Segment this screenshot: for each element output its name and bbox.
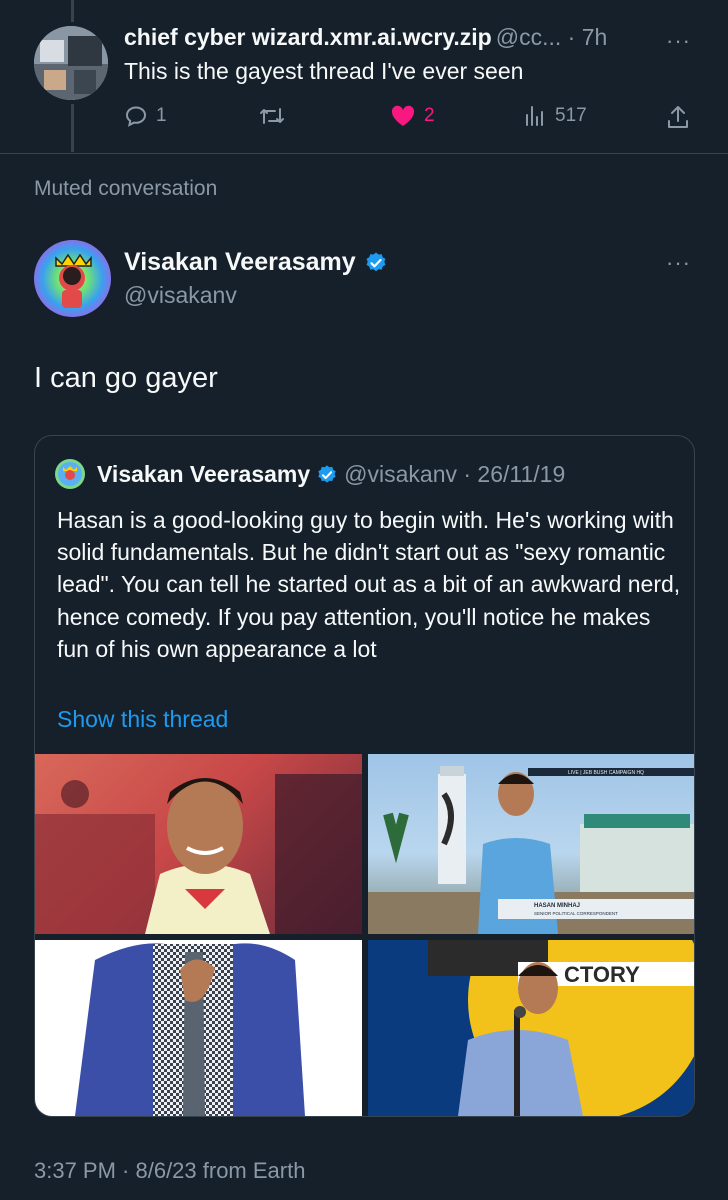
reply-button[interactable]: 1 [124, 104, 167, 128]
news-banner-text: LIVE | JEB BUSH CAMPAIGN HQ [568, 770, 644, 776]
views-button[interactable]: 517 [523, 104, 587, 128]
muted-conversation-label: Muted conversation [34, 177, 218, 200]
main-author-name-row: Visakan Veerasamy [124, 248, 388, 277]
lower-third-title: SENIOR POLITICAL CORRESPONDENT [534, 911, 618, 916]
media-image-3[interactable] [35, 940, 362, 1116]
more-options-icon[interactable]: ··· [666, 250, 691, 276]
view-count: 517 [555, 105, 587, 126]
tweet-timestamp: 3:37 PM · 8/6/23 from Earth [34, 1158, 306, 1183]
handle[interactable]: @visakanv [124, 282, 237, 309]
quoted-tweet-header: Visakan Veerasamy @visakanv · 26/11/19 [97, 461, 565, 488]
like-button[interactable]: 2 [390, 104, 435, 128]
show-thread-link[interactable]: Show this thread [57, 706, 228, 733]
share-icon [668, 106, 688, 128]
share-button[interactable] [666, 104, 690, 130]
quoted-tweet-text: Hasan is a good-looking guy to begin wit… [57, 507, 681, 662]
views-chart-icon [526, 106, 543, 126]
media-image-4[interactable]: CTORY [368, 940, 694, 1116]
display-name[interactable]: chief cyber wizard.xmr.ai.wcry.zip [124, 24, 492, 50]
more-options-icon[interactable]: ··· [666, 28, 691, 54]
display-name[interactable]: Visakan Veerasamy [124, 248, 356, 277]
sign-text: CTORY [564, 962, 640, 987]
divider [0, 153, 728, 154]
avatar[interactable] [34, 240, 111, 317]
tweet-text: I can go gayer [34, 362, 218, 394]
verified-badge-icon [318, 464, 336, 483]
avatar [55, 459, 85, 489]
handle-time: @cc... · 7h [495, 24, 608, 50]
display-name: Visakan Veerasamy [97, 461, 311, 487]
like-count: 2 [424, 105, 435, 126]
retweet-button[interactable] [258, 104, 286, 128]
thread-line-top [71, 0, 74, 22]
top-tweet-header: chief cyber wizard.xmr.ai.wcry.zip @cc...… [124, 24, 607, 51]
thread-line-bottom [71, 104, 74, 152]
media-grid: LIVE | JEB BUSH CAMPAIGN HQ HASAN MINHAJ… [35, 754, 694, 1116]
handle-date: @visakanv · 26/11/19 [344, 461, 566, 487]
reply-icon [125, 106, 147, 127]
heart-filled-icon [391, 105, 415, 126]
media-image-1[interactable] [35, 754, 362, 934]
verified-badge-icon [366, 252, 386, 271]
tweet-text: This is the gayest thread I've ever seen [124, 58, 524, 84]
quoted-tweet-card[interactable]: Visakan Veerasamy @visakanv · 26/11/19 H… [34, 435, 695, 1117]
avatar[interactable] [34, 26, 108, 100]
retweet-icon [260, 108, 284, 124]
reply-count: 1 [156, 105, 167, 126]
media-image-2[interactable]: LIVE | JEB BUSH CAMPAIGN HQ HASAN MINHAJ… [368, 754, 694, 934]
lower-third-name: HASAN MINHAJ [534, 903, 580, 909]
